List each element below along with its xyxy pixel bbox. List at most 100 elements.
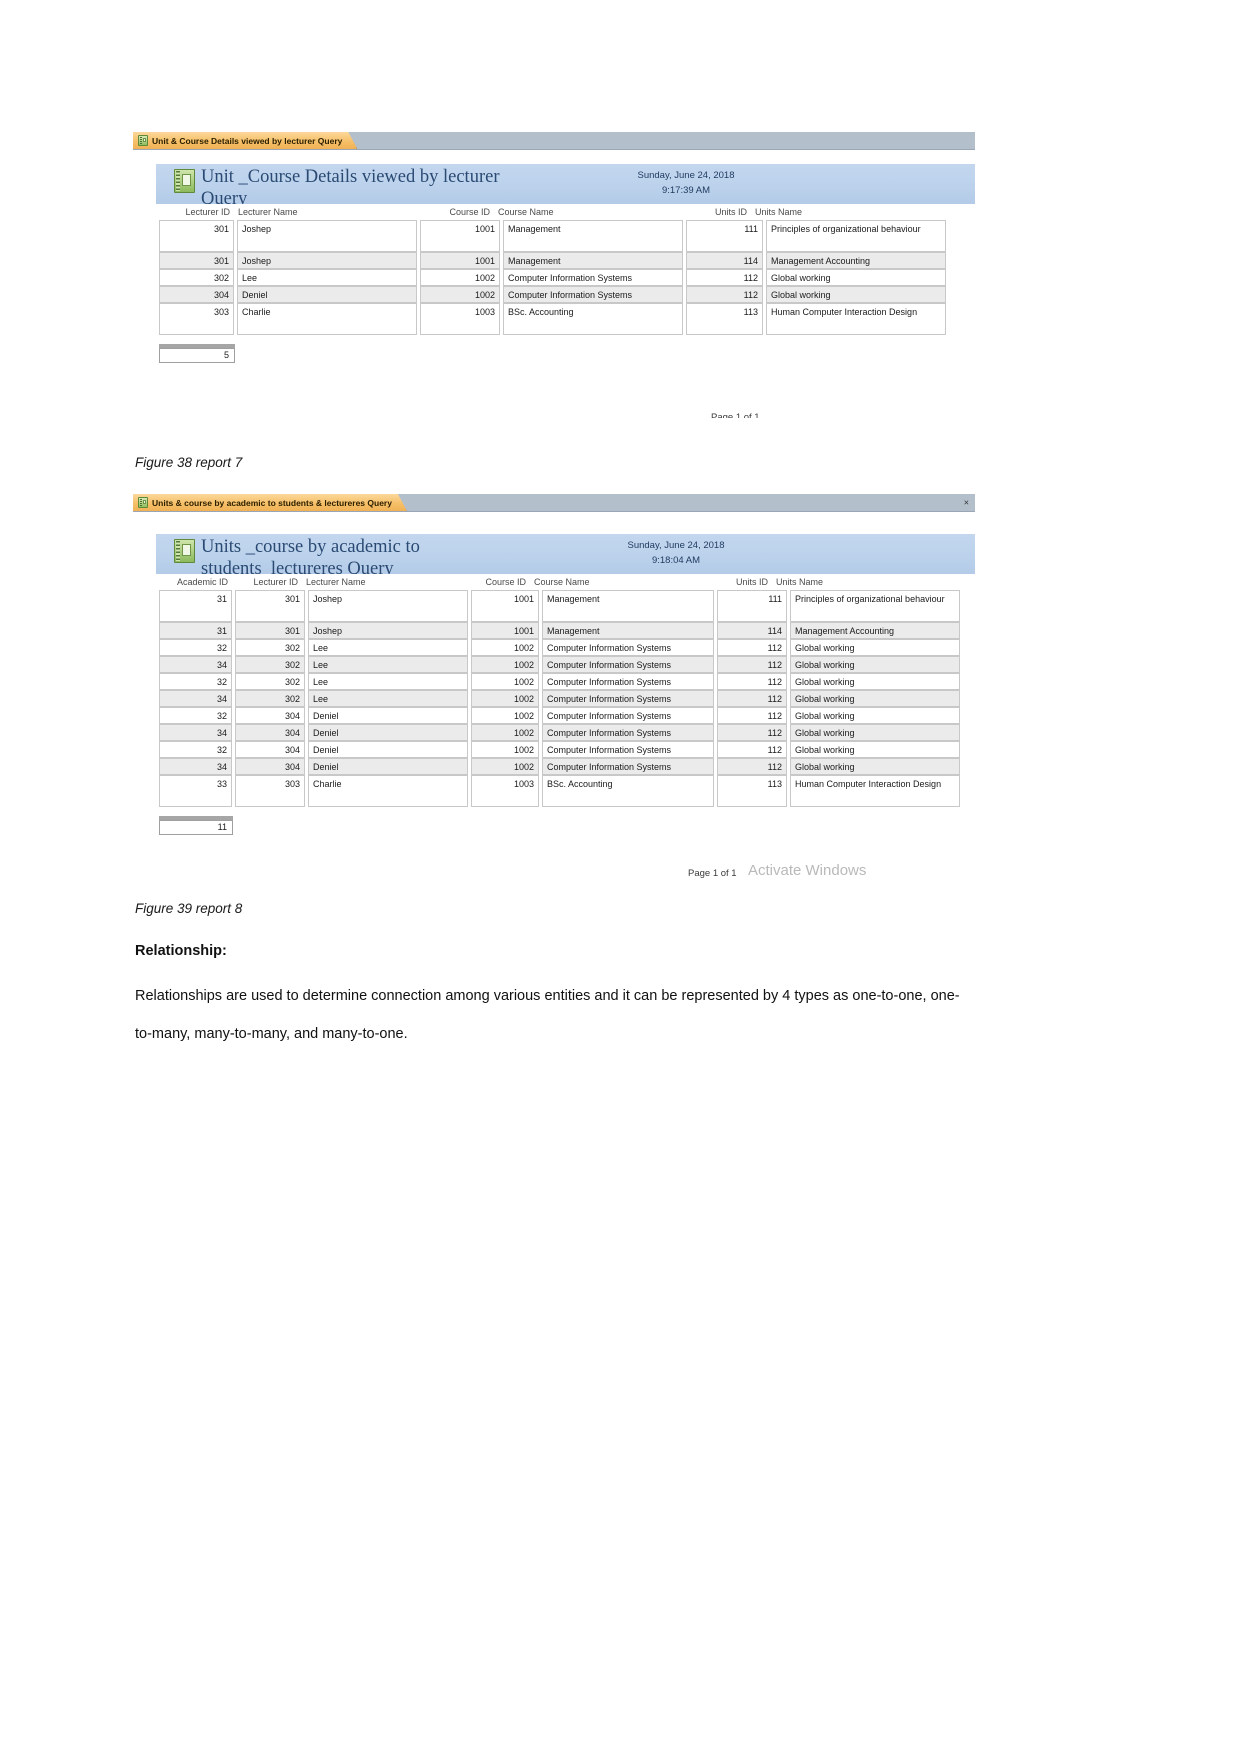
table-cell: 112 — [686, 269, 763, 286]
table-cell: Management — [503, 220, 683, 252]
table-cell: BSc. Accounting — [542, 775, 714, 807]
report1-date: Sunday, June 24, 2018 — [637, 170, 735, 181]
col-units-name: Units Name — [755, 207, 803, 217]
report2-datetime: Sunday, June 24, 2018 9:18:04 AM — [576, 539, 776, 568]
table-cell: Global working — [790, 690, 960, 707]
table-cell: 301 — [235, 590, 305, 622]
table-cell: 1002 — [420, 269, 500, 286]
table-cell: Global working — [790, 724, 960, 741]
table-cell: 112 — [717, 741, 787, 758]
table-cell: Deniel — [237, 286, 417, 303]
table-row[interactable]: 301 Joshep 1001 Management 114 Management Acc… — [159, 252, 975, 269]
access-report-window-2: Units & course by academic to students &… — [133, 494, 975, 880]
col-lecturer-name: Lecturer Name — [238, 207, 298, 217]
table-row[interactable]: 34 302 Lee 1002 Computer Information Systems… — [159, 656, 975, 673]
report2-date: Sunday, June 24, 2018 — [627, 540, 725, 551]
col-units-id: Units ID — [735, 577, 768, 587]
table-cell: Joshep — [237, 252, 417, 269]
table-cell: Principles of organizational behaviour — [790, 590, 960, 622]
table-row[interactable]: 34 304 Deniel 1002 Computer Information Syst… — [159, 724, 975, 741]
table-cell: 1002 — [471, 639, 539, 656]
table-cell: Computer Information Systems — [542, 673, 714, 690]
report2-page-label: Page 1 of 1 — [688, 868, 737, 879]
table-cell: Computer Information Systems — [542, 639, 714, 656]
table-cell: 113 — [686, 303, 763, 335]
table-cell: Lee — [308, 690, 468, 707]
table-row[interactable]: 301 Joshep 1001 Management 111 Principles of … — [159, 220, 975, 252]
table-cell: Computer Information Systems — [542, 707, 714, 724]
report2-rows: 31 301 Joshep 1001 Management 111 Principles o… — [159, 590, 975, 807]
table-cell: Computer Information Systems — [542, 656, 714, 673]
table-row[interactable]: 34 302 Lee 1002 Computer Information Systems… — [159, 690, 975, 707]
table-row[interactable]: 303 Charlie 1003 BSc. Accounting 113 Human Co… — [159, 303, 975, 335]
table-cell: 32 — [159, 707, 232, 724]
report1-title: Unit _Course Details viewed by lecturer … — [201, 167, 500, 204]
table-row[interactable]: 302 Lee 1002 Computer Information Systems 11… — [159, 269, 975, 286]
report1-tabbar: Unit & Course Details viewed by lecturer… — [133, 132, 975, 150]
activate-windows-watermark: Activate Windows — [748, 862, 867, 879]
table-cell: Management Accounting — [790, 622, 960, 639]
col-course-name: Course Name — [498, 207, 554, 217]
table-cell: Deniel — [308, 724, 468, 741]
table-cell: Computer Information Systems — [542, 741, 714, 758]
table-cell: 301 — [159, 252, 234, 269]
report2-tabbar: Units & course by academic to students &… — [133, 494, 975, 512]
report2-body: Units _course by academic to students_le… — [133, 512, 975, 880]
table-row[interactable]: 304 Deniel 1002 Computer Information System… — [159, 286, 975, 303]
table-cell: 34 — [159, 724, 232, 741]
figure-39-caption: Figure 39 report 8 — [135, 901, 243, 916]
table-cell: Global working — [790, 656, 960, 673]
relationship-paragraph: Relationships are used to determine conn… — [135, 988, 960, 1042]
table-row[interactable]: 31 301 Joshep 1001 Management 111 Principles o… — [159, 590, 975, 622]
table-cell: 31 — [159, 622, 232, 639]
table-cell: Computer Information Systems — [542, 690, 714, 707]
table-cell: 112 — [717, 707, 787, 724]
table-cell: 34 — [159, 690, 232, 707]
table-row[interactable]: 32 302 Lee 1002 Computer Information Systems… — [159, 639, 975, 656]
table-row[interactable]: 32 304 Deniel 1002 Computer Information Syst… — [159, 707, 975, 724]
col-course-name: Course Name — [534, 577, 590, 587]
table-cell: 301 — [159, 220, 234, 252]
report1-count-value: 5 — [159, 348, 235, 363]
table-cell: Joshep — [308, 590, 468, 622]
table-cell: 1002 — [471, 741, 539, 758]
report1-page-label: Page 1 of 1 — [711, 412, 760, 418]
table-cell: 1002 — [471, 707, 539, 724]
report1-header: Unit _Course Details viewed by lecturer … — [156, 164, 975, 204]
report2-count: 11 — [159, 816, 233, 835]
report2-tab[interactable]: Units & course by academic to students &… — [133, 494, 407, 511]
table-cell: BSc. Accounting — [503, 303, 683, 335]
table-cell: Computer Information Systems — [503, 286, 683, 303]
table-cell: Management Accounting — [766, 252, 946, 269]
access-report-window-1: Unit & Course Details viewed by lecturer… — [133, 132, 975, 418]
table-cell: 112 — [717, 758, 787, 775]
table-cell: 1001 — [420, 252, 500, 269]
table-cell: 303 — [235, 775, 305, 807]
report2-count-value: 11 — [159, 820, 233, 835]
table-row[interactable]: 32 304 Deniel 1002 Computer Information Syst… — [159, 741, 975, 758]
table-cell: 112 — [717, 673, 787, 690]
close-icon[interactable]: × — [964, 498, 969, 507]
table-cell: 302 — [235, 690, 305, 707]
table-cell: Computer Information Systems — [542, 724, 714, 741]
relationship-heading: Relationship: — [135, 943, 227, 959]
table-cell: Lee — [308, 673, 468, 690]
table-row[interactable]: 32 302 Lee 1002 Computer Information Systems… — [159, 673, 975, 690]
table-row[interactable]: 31 301 Joshep 1001 Management 114 Management A… — [159, 622, 975, 639]
report1-tab[interactable]: Unit & Course Details viewed by lecturer… — [133, 132, 357, 149]
table-cell: 302 — [159, 269, 234, 286]
report2-header: Units _course by academic to students_le… — [156, 534, 975, 574]
report1-count: 5 — [159, 344, 235, 363]
table-cell: 1002 — [471, 758, 539, 775]
table-cell: 114 — [717, 622, 787, 639]
table-cell: 33 — [159, 775, 232, 807]
table-cell: 32 — [159, 741, 232, 758]
table-row[interactable]: 34 304 Deniel 1002 Computer Information Syst… — [159, 758, 975, 775]
table-cell: Lee — [308, 639, 468, 656]
table-cell: 1001 — [420, 220, 500, 252]
table-row[interactable]: 33 303 Charlie 1003 BSc. Accounting 113 Human … — [159, 775, 975, 807]
col-lecturer-id: Lecturer ID — [185, 207, 230, 217]
table-cell: 111 — [717, 590, 787, 622]
table-cell: 112 — [717, 656, 787, 673]
table-cell: 1002 — [471, 673, 539, 690]
